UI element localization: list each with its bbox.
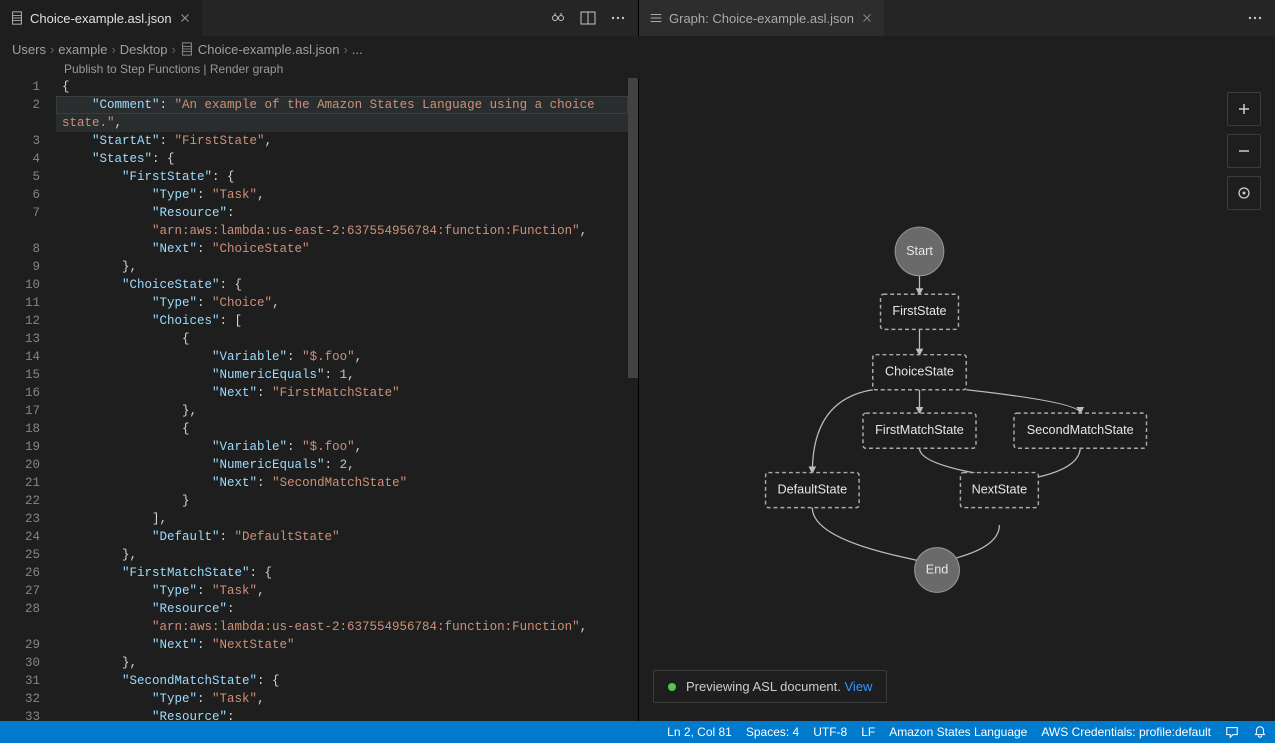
breadcrumb[interactable]: Users› example› Desktop› Choice-example.… [0,36,1275,62]
svg-text:Start: Start [906,244,933,258]
zoom-in-button[interactable] [1227,92,1261,126]
status-dot-icon [668,683,676,691]
graph-pane[interactable]: Start FirstState ChoiceState FirstMatchS… [638,78,1275,721]
bell-icon[interactable] [1253,725,1267,739]
status-ln-col[interactable]: Ln 2, Col 81 [667,725,732,739]
more-icon[interactable] [610,10,626,26]
tab-label: Graph: Choice-example.asl.json [669,11,854,26]
zoom-out-button[interactable] [1227,134,1261,168]
split-editor-icon[interactable] [580,10,596,26]
preview-toast: Previewing ASL document. View [653,670,887,703]
list-icon [649,11,663,25]
breadcrumb-seg[interactable]: example [58,42,107,57]
toast-view-link[interactable]: View [845,679,873,694]
json-file-icon [180,42,194,56]
feedback-icon[interactable] [1225,725,1239,739]
json-file-icon [10,11,24,25]
status-bar: Ln 2, Col 81 Spaces: 4 UTF-8 LF Amazon S… [0,721,1275,743]
status-encoding[interactable]: UTF-8 [813,725,847,739]
svg-text:SecondMatchState: SecondMatchState [1027,423,1134,437]
close-icon[interactable] [860,11,874,25]
tab-editor-file[interactable]: Choice-example.asl.json [0,0,203,36]
status-aws-credentials[interactable]: AWS Credentials: profile:default [1041,725,1211,739]
svg-text:End: End [926,562,949,576]
svg-text:FirstMatchState: FirstMatchState [875,423,964,437]
state-graph: Start FirstState ChoiceState FirstMatchS… [639,78,1275,721]
tab-graph[interactable]: Graph: Choice-example.asl.json [639,0,885,36]
svg-text:FirstState: FirstState [892,304,946,318]
copilot-icon[interactable] [550,10,566,26]
toast-text: Previewing ASL document. [686,679,845,694]
tab-bar: Choice-example.asl.json Graph: Choice-ex… [0,0,1275,36]
center-button[interactable] [1227,176,1261,210]
breadcrumb-seg[interactable]: Users [12,42,46,57]
breadcrumb-seg[interactable]: Desktop [120,42,168,57]
codelens-publish[interactable]: Publish to Step Functions [64,62,200,76]
more-icon[interactable] [1247,10,1263,26]
breadcrumb-overflow[interactable]: ... [352,42,363,57]
code-editor[interactable]: 1234567891011121314151617181920212223242… [0,78,638,721]
svg-text:ChoiceState: ChoiceState [885,365,954,379]
svg-text:DefaultState: DefaultState [777,482,847,496]
close-icon[interactable] [178,11,192,25]
status-indent[interactable]: Spaces: 4 [746,725,799,739]
breadcrumb-seg[interactable]: Choice-example.asl.json [198,42,340,57]
status-eol[interactable]: LF [861,725,875,739]
codelens-row: Publish to Step Functions | Render graph [0,62,1275,78]
tab-label: Choice-example.asl.json [30,11,172,26]
status-language[interactable]: Amazon States Language [889,725,1027,739]
line-gutter: 1234567891011121314151617181920212223242… [0,78,56,721]
codelens-render[interactable]: Render graph [210,62,283,76]
svg-text:NextState: NextState [972,482,1028,496]
scrollbar-thumb[interactable] [628,78,638,378]
